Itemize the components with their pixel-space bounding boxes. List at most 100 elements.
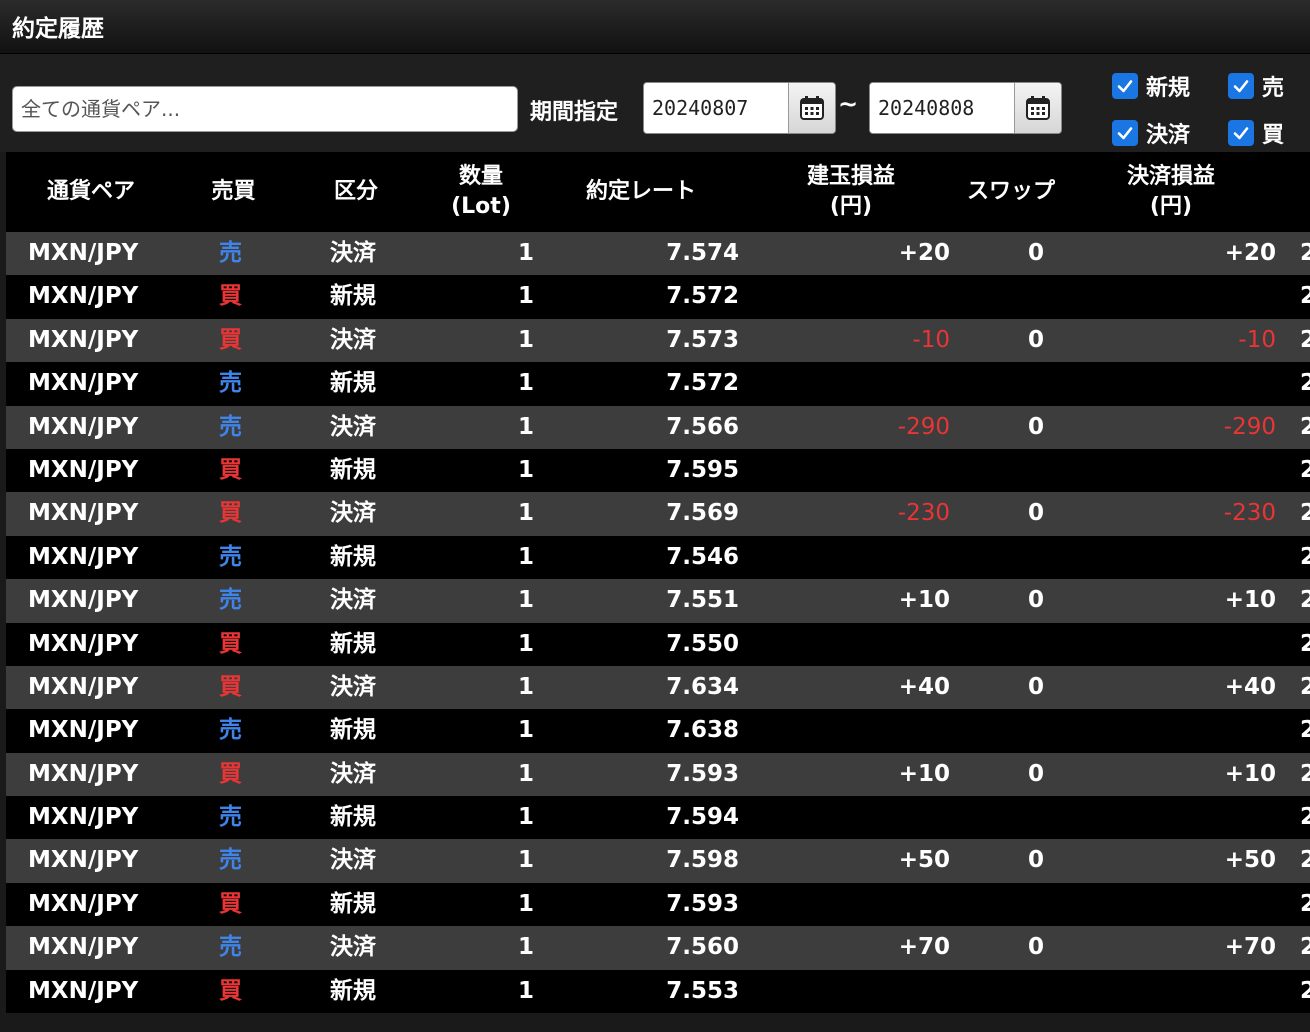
cell-rate: 7.594 [666, 804, 739, 831]
cell-rate: 7.569 [666, 500, 739, 527]
table-row[interactable]: MXN/JPY 買 新規 1 7.572 2 [6, 275, 1310, 319]
cell-qty: 1 [517, 630, 534, 657]
filter-checkbox-new[interactable]: 新規 [1112, 70, 1190, 102]
table-row[interactable]: MXN/JPY 売 決済 1 7.598 +50 0 +50 2 [6, 839, 1310, 883]
column-header-qty[interactable]: 数量 (Lot) [421, 152, 541, 232]
table-row[interactable]: MXN/JPY 売 新規 1 7.638 2 [6, 709, 1310, 753]
filter-checkbox-buy-label: 買 [1262, 123, 1285, 148]
column-header-swap[interactable]: スワップ [951, 152, 1071, 232]
cell-rate: 7.551 [666, 587, 739, 614]
column-header-realized-pl[interactable]: 決済損益 (円) [1086, 152, 1256, 232]
cell-swap: 0 [1027, 760, 1044, 787]
check-icon [1112, 73, 1138, 99]
cell-realized-pl [1116, 796, 1276, 839]
cell-rate: 7.595 [666, 456, 739, 483]
cell-type: 新規 [330, 370, 376, 397]
table-row[interactable]: MXN/JPY 買 新規 1 7.553 2 [6, 969, 1310, 1014]
cell-position-pl: +20 [898, 240, 950, 266]
column-header-pair[interactable]: 通貨ペア [6, 152, 176, 232]
period-label: 期間指定 [530, 100, 619, 125]
cell-side: 売 [219, 543, 242, 570]
date-from-field[interactable] [644, 83, 788, 133]
date-to-calendar-button[interactable] [1014, 83, 1061, 133]
cell-truncated-next-column: 2 [1300, 283, 1310, 310]
cell-position-pl [796, 623, 950, 666]
cell-pair: MXN/JPY [28, 370, 139, 397]
cell-realized-pl [1116, 536, 1276, 579]
cell-side: 売 [219, 934, 242, 961]
column-header-position-pl[interactable]: 建玉損益 (円) [761, 152, 941, 232]
cell-side: 売 [219, 717, 242, 744]
table-row[interactable]: MXN/JPY 売 決済 1 7.566 -290 0 -290 2 [6, 405, 1310, 449]
cell-qty: 1 [517, 413, 534, 440]
date-from-picker [643, 82, 836, 134]
table-row[interactable]: MXN/JPY 買 新規 1 7.595 2 [6, 448, 1310, 493]
cell-truncated-next-column: 2 [1300, 804, 1310, 831]
check-icon [1228, 73, 1254, 99]
cell-rate: 7.573 [666, 326, 739, 353]
cell-swap: 0 [1027, 673, 1044, 700]
cell-swap: 0 [1027, 326, 1044, 353]
cell-truncated-next-column: 2 [1300, 240, 1310, 266]
title-bar: 約定履歴 [0, 0, 1310, 54]
cell-rate: 7.560 [666, 934, 739, 961]
cell-truncated-next-column: 2 [1300, 543, 1310, 570]
table-row[interactable]: MXN/JPY 売 決済 1 7.551 +10 0 +10 2 [6, 579, 1310, 623]
cell-rate: 7.566 [666, 413, 739, 440]
table-row[interactable]: MXN/JPY 売 新規 1 7.546 2 [6, 535, 1310, 580]
cell-pair: MXN/JPY [28, 413, 139, 440]
cell-qty: 1 [517, 500, 534, 527]
cell-position-pl: -230 [897, 500, 950, 527]
table-row[interactable]: MXN/JPY 売 新規 1 7.572 2 [6, 362, 1310, 406]
table-row[interactable]: MXN/JPY 買 決済 1 7.634 +40 0 +40 2 [6, 665, 1310, 710]
cell-pair: MXN/JPY [28, 587, 139, 614]
cell-truncated-next-column: 2 [1300, 934, 1310, 961]
cell-pair: MXN/JPY [28, 456, 139, 483]
cell-position-pl [796, 883, 950, 926]
column-header-side[interactable]: 売買 [176, 152, 291, 232]
cell-pair: MXN/JPY [28, 240, 139, 266]
cell-qty: 1 [517, 717, 534, 744]
cell-rate: 7.593 [666, 760, 739, 787]
cell-side: 売 [219, 370, 242, 397]
date-to-field[interactable] [870, 83, 1014, 133]
filter-checkbox-sell-label: 売 [1262, 76, 1285, 101]
cell-side: 売 [219, 847, 242, 874]
cell-truncated-next-column: 2 [1300, 847, 1310, 874]
cell-position-pl [796, 449, 950, 492]
cell-side: 買 [219, 500, 242, 527]
cell-truncated-next-column: 2 [1300, 717, 1310, 744]
calendar-icon [800, 96, 824, 120]
cell-pair: MXN/JPY [28, 673, 139, 700]
cell-pair: MXN/JPY [28, 283, 139, 310]
cell-position-pl [796, 362, 950, 405]
filter-checkbox-sell[interactable]: 売 [1228, 70, 1284, 102]
cell-position-pl: +50 [898, 847, 950, 874]
table-row[interactable]: MXN/JPY 買 決済 1 7.593 +10 0 +10 2 [6, 752, 1310, 797]
filter-checkbox-settle[interactable]: 決済 [1112, 117, 1190, 149]
column-header-type[interactable]: 区分 [291, 152, 421, 232]
date-from-calendar-button[interactable] [788, 83, 835, 133]
cell-swap [1016, 709, 1056, 752]
cell-pair: MXN/JPY [28, 977, 139, 1004]
filter-checkbox-buy[interactable]: 買 [1228, 117, 1284, 149]
trade-history-window: 約定履歴 期間指定 ~ [0, 0, 1310, 1032]
table-row[interactable]: MXN/JPY 買 新規 1 7.593 2 [6, 882, 1310, 927]
filter-checkbox-settle-label: 決済 [1146, 123, 1191, 148]
cell-type: 決済 [330, 240, 376, 266]
cell-rate: 7.638 [666, 717, 739, 744]
currency-pair-search-input[interactable] [12, 86, 518, 132]
cell-realized-pl: -10 [1238, 326, 1276, 353]
table-row[interactable]: MXN/JPY 売 決済 1 7.560 +70 0 +70 2 [6, 926, 1310, 970]
table-row[interactable]: MXN/JPY 買 決済 1 7.573 -10 0 -10 2 [6, 318, 1310, 363]
table-row[interactable]: MXN/JPY 売 新規 1 7.594 2 [6, 796, 1310, 840]
table-row[interactable]: MXN/JPY 買 決済 1 7.569 -230 0 -230 2 [6, 492, 1310, 536]
table-row[interactable]: MXN/JPY 買 新規 1 7.550 2 [6, 622, 1310, 666]
cell-swap [1016, 883, 1056, 926]
cell-type: 決済 [330, 326, 376, 353]
table-row[interactable]: MXN/JPY 売 決済 1 7.574 +20 0 +20 2 [6, 232, 1310, 276]
cell-type: 決済 [330, 934, 376, 961]
cell-qty: 1 [517, 326, 534, 353]
cell-realized-pl: +20 [1224, 240, 1276, 266]
column-header-rate[interactable]: 約定レート [541, 152, 741, 232]
